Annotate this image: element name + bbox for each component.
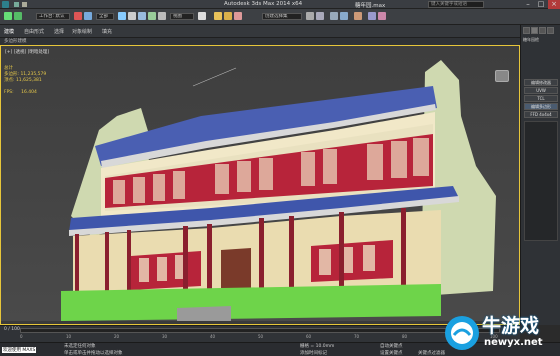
- selection-status: 未选定任何对象: [64, 344, 96, 349]
- title-bar: Autodesk 3ds Max 2014 x64 糖年园.max 键入关键字或…: [0, 0, 560, 9]
- maxscript-listener[interactable]: 欢迎使用 MAXS: [2, 347, 37, 353]
- ribbon-panel: 多边形建模: [0, 38, 520, 45]
- tick-label: 40: [210, 334, 216, 339]
- watermark-url: newyx.net: [484, 337, 543, 348]
- select-link-icon[interactable]: [74, 12, 82, 20]
- ribbon: 建模 自由形式 选择 对象绘制 填充: [0, 25, 520, 38]
- move-icon[interactable]: [138, 12, 146, 20]
- ribbon-sub-label[interactable]: 多边形建模: [4, 38, 27, 44]
- scale-icon[interactable]: [158, 12, 166, 20]
- named-selection-dropdown[interactable]: 创建选择集: [262, 13, 302, 20]
- modifier-edit-poly[interactable]: 编辑多边形: [524, 103, 558, 110]
- set-key-button[interactable]: 设置关键点: [380, 350, 403, 356]
- time-position-label: 0 / 100: [4, 327, 20, 332]
- file-name: 糖年园.max: [355, 3, 386, 9]
- window-title: Autodesk 3ds Max 2014 x64: [224, 1, 303, 7]
- tab-populate[interactable]: 填充: [102, 28, 112, 35]
- perspective-viewport[interactable]: [+] [透视] [明暗处理] 总计 多边形: 11,235,579 顶点: 1…: [0, 45, 520, 325]
- time-slider[interactable]: 0 / 100: [4, 327, 20, 332]
- tick-label: 10: [66, 334, 72, 339]
- tick-label: 60: [306, 334, 312, 339]
- timeline-ticks: 0 10 20 30 40 50 60 70 80 90 100: [20, 334, 500, 342]
- tick-label: 20: [114, 334, 120, 339]
- watermark-brand: 牛游戏: [482, 315, 540, 337]
- building-render: [1, 46, 519, 324]
- object-name[interactable]: 糖年园檐: [523, 37, 539, 43]
- redo-icon[interactable]: [14, 12, 22, 20]
- prompt-line: 单击或单击并拖动以选择对象: [64, 351, 123, 356]
- stats-vertices: 顶点: 11,625,381: [4, 78, 42, 83]
- fps-readout: FPS: 16.404: [4, 90, 37, 95]
- reference-coord-dropdown[interactable]: 视图: [170, 13, 194, 20]
- quick-access-save-icon[interactable]: [14, 2, 19, 7]
- rotate-icon[interactable]: [148, 12, 156, 20]
- align-icon[interactable]: [316, 12, 324, 20]
- tick-label: 50: [258, 334, 264, 339]
- maximize-icon[interactable]: □: [535, 0, 547, 9]
- viewport-label[interactable]: [+] [透视] [明暗处理]: [5, 49, 49, 55]
- tick-label: 70: [354, 334, 360, 339]
- main-toolbar: 工作台: 默认 全部 视图 创建选择集: [0, 9, 560, 25]
- tick-label: 80: [402, 334, 408, 339]
- render-icon[interactable]: [378, 12, 386, 20]
- snap-icon[interactable]: [214, 12, 222, 20]
- mirror-icon[interactable]: [306, 12, 314, 20]
- layer-icon[interactable]: [330, 12, 338, 20]
- viewport-stats: 总计 多边形: 11,235,579 顶点: 11,625,381: [4, 66, 46, 84]
- fps-label: FPS:: [4, 90, 14, 95]
- tab-modeling[interactable]: 建模: [4, 28, 14, 35]
- select-object-icon[interactable]: [118, 12, 126, 20]
- command-panel: 糖年园檐 编辑修改器 UVW TCL 编辑多边形 FFD 4x4x4: [520, 25, 560, 325]
- fps-value: 16.404: [21, 90, 37, 95]
- pivot-icon[interactable]: [198, 12, 206, 20]
- render-setup-icon[interactable]: [368, 12, 376, 20]
- app-icon[interactable]: [2, 1, 9, 8]
- modifier-list-dropdown[interactable]: 编辑修改器: [524, 79, 558, 86]
- modify-tab-icon[interactable]: [531, 27, 538, 34]
- percent-snap-icon[interactable]: [234, 12, 242, 20]
- angle-snap-icon[interactable]: [224, 12, 232, 20]
- select-by-name-icon[interactable]: [128, 12, 136, 20]
- add-time-tag-button[interactable]: 添加时间标记: [300, 350, 327, 356]
- auto-key-button[interactable]: 自动关键点: [380, 343, 403, 349]
- site-watermark: 牛游戏 newyx.net: [432, 305, 560, 356]
- curve-editor-icon[interactable]: [340, 12, 348, 20]
- search-input[interactable]: 键入关键字或短语: [428, 1, 484, 8]
- tick-label: 0: [20, 334, 23, 339]
- hierarchy-tab-icon[interactable]: [539, 27, 546, 34]
- modifier-ffd[interactable]: FFD 4x4x4: [524, 111, 558, 118]
- selection-filter-dropdown[interactable]: 全部: [96, 13, 114, 20]
- tab-object-paint[interactable]: 对象绘制: [72, 28, 92, 35]
- viewcube-icon[interactable]: [495, 70, 509, 82]
- undo-icon[interactable]: [4, 12, 12, 20]
- modifier-uvw[interactable]: UVW: [524, 87, 558, 94]
- modifier-stack-list[interactable]: [524, 121, 558, 241]
- modifier-tcl[interactable]: TCL: [524, 95, 558, 102]
- unlink-icon[interactable]: [84, 12, 92, 20]
- material-editor-icon[interactable]: [354, 12, 362, 20]
- motion-tab-icon[interactable]: [547, 27, 554, 34]
- close-icon[interactable]: ×: [548, 0, 560, 9]
- quick-access-undo-icon[interactable]: [22, 2, 27, 7]
- grid-readout: 栅格 = 10.0mm: [300, 344, 335, 349]
- time-slider-track[interactable]: [20, 328, 500, 333]
- tick-label: 30: [162, 334, 168, 339]
- tab-freeform[interactable]: 自由形式: [24, 28, 44, 35]
- workspace-dropdown[interactable]: 工作台: 默认: [36, 13, 70, 20]
- tab-selection[interactable]: 选择: [54, 28, 64, 35]
- minimize-icon[interactable]: –: [522, 0, 534, 9]
- create-tab-icon[interactable]: [523, 27, 530, 34]
